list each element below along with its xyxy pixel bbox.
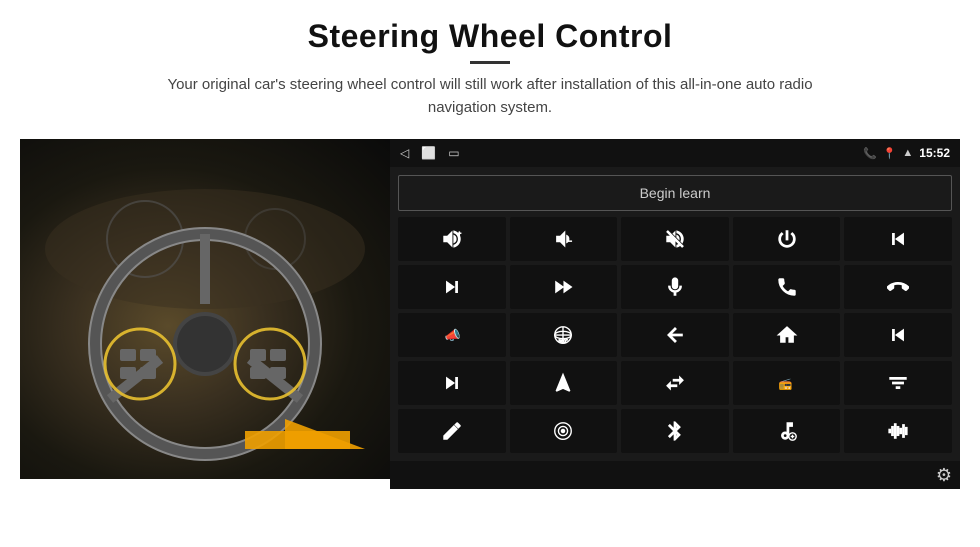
title-section: Steering Wheel Control Your original car… bbox=[140, 18, 840, 119]
nav-recent-icon[interactable]: ▭ bbox=[448, 146, 459, 160]
statusbar-nav: ◁ ⬜ ▭ bbox=[400, 146, 460, 160]
pen-button[interactable] bbox=[398, 409, 506, 453]
power-button[interactable] bbox=[733, 217, 841, 261]
title-divider bbox=[470, 61, 510, 64]
steering-wheel-image bbox=[20, 139, 390, 479]
nav-back-icon[interactable]: ◁ bbox=[400, 146, 409, 160]
android-statusbar: ◁ ⬜ ▭ 📞 📍 ▲ 15:52 bbox=[390, 139, 960, 167]
icon-grid: + − bbox=[398, 217, 952, 453]
exchange-button[interactable] bbox=[621, 361, 729, 405]
waveform-button[interactable] bbox=[844, 409, 952, 453]
home-nav-button[interactable] bbox=[733, 313, 841, 357]
equalizer-button[interactable] bbox=[844, 361, 952, 405]
settings-bar: ⚙ bbox=[390, 461, 960, 489]
skip-fwd2-button[interactable] bbox=[398, 361, 506, 405]
navigate-button[interactable] bbox=[510, 361, 618, 405]
begin-learn-button[interactable]: Begin learn bbox=[398, 175, 952, 211]
vol-down-button[interactable]: − bbox=[510, 217, 618, 261]
wifi-icon: ▲ bbox=[902, 147, 913, 159]
android-screen: ◁ ⬜ ▭ 📞 📍 ▲ 15:52 Begin learn bbox=[390, 139, 960, 479]
music-settings-button[interactable] bbox=[733, 409, 841, 453]
back-nav-button[interactable] bbox=[621, 313, 729, 357]
horn-button[interactable]: 📣 bbox=[398, 313, 506, 357]
svg-text:📻: 📻 bbox=[778, 379, 792, 391]
nav-home-icon[interactable]: ⬜ bbox=[421, 146, 436, 160]
android-main-content: Begin learn + − bbox=[390, 167, 960, 461]
location-icon: 📍 bbox=[883, 147, 897, 160]
svg-text:+: + bbox=[457, 230, 461, 237]
svg-text:📣: 📣 bbox=[444, 328, 460, 343]
statusbar-info: 📞 📍 ▲ 15:52 bbox=[863, 146, 950, 160]
time-display: 15:52 bbox=[919, 146, 950, 160]
next-track-button[interactable] bbox=[398, 265, 506, 309]
phone-icon: 📞 bbox=[863, 147, 877, 160]
end-call-button[interactable] bbox=[844, 265, 952, 309]
360-view-button[interactable]: 360° bbox=[510, 313, 618, 357]
page-container: Steering Wheel Control Your original car… bbox=[0, 0, 980, 547]
radio-button[interactable]: 📻 bbox=[733, 361, 841, 405]
vol-up-button[interactable]: + bbox=[398, 217, 506, 261]
content-area: ◁ ⬜ ▭ 📞 📍 ▲ 15:52 Begin learn bbox=[20, 139, 960, 479]
vol-mute-button[interactable] bbox=[621, 217, 729, 261]
mic-button[interactable] bbox=[621, 265, 729, 309]
prev-track-button[interactable] bbox=[844, 217, 952, 261]
fast-forward-button[interactable] bbox=[510, 265, 618, 309]
skip-back-button[interactable] bbox=[844, 313, 952, 357]
settings-gear-icon[interactable]: ⚙ bbox=[936, 465, 952, 486]
phone-call-button[interactable] bbox=[733, 265, 841, 309]
page-title: Steering Wheel Control bbox=[140, 18, 840, 55]
svg-text:−: − bbox=[568, 237, 572, 246]
svg-text:360°: 360° bbox=[559, 338, 569, 343]
bluetooth-button[interactable] bbox=[621, 409, 729, 453]
target-button[interactable] bbox=[510, 409, 618, 453]
page-subtitle: Your original car's steering wheel contr… bbox=[140, 74, 840, 119]
